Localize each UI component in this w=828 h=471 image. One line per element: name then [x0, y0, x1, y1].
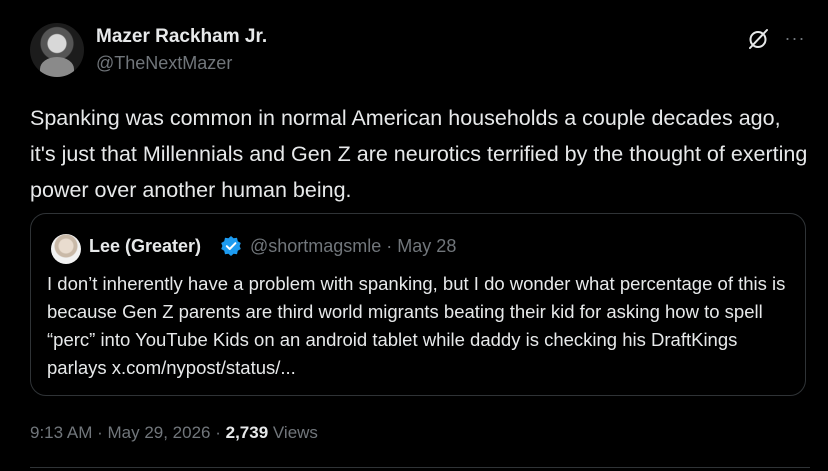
grok-icon[interactable]	[746, 27, 770, 51]
author-name[interactable]: Mazer Rackham Jr.	[96, 26, 267, 48]
author-avatar[interactable]	[30, 23, 84, 77]
more-icon[interactable]: ···	[782, 25, 808, 51]
views-count: 2,739	[225, 423, 269, 442]
quoted-tweet[interactable]: Lee (Greater) @shortmagsmle · May 28 I d…	[30, 213, 806, 396]
tweet-meta: 9:13 AM · May 29, 2026 · 2,739 Views	[30, 423, 318, 443]
quote-author-handle-date: @shortmagsmle · May 28	[250, 236, 457, 256]
quote-text: I don’t inherently have a problem with s…	[47, 273, 786, 378]
verified-badge-icon	[221, 236, 241, 256]
quote-author-name: Lee (Greater)	[89, 236, 202, 256]
tweet-text: Spanking was common in normal American h…	[30, 106, 808, 202]
quote-author-avatar	[51, 234, 81, 264]
views-label: Views	[268, 423, 318, 442]
tweet-timestamp[interactable]: 9:13 AM · May 29, 2026 ·	[30, 423, 226, 442]
author-handle[interactable]: @TheNextMazer	[96, 53, 232, 74]
tweet-header: Mazer Rackham Jr. @TheNextMazer ···	[30, 22, 810, 82]
divider	[30, 467, 810, 468]
